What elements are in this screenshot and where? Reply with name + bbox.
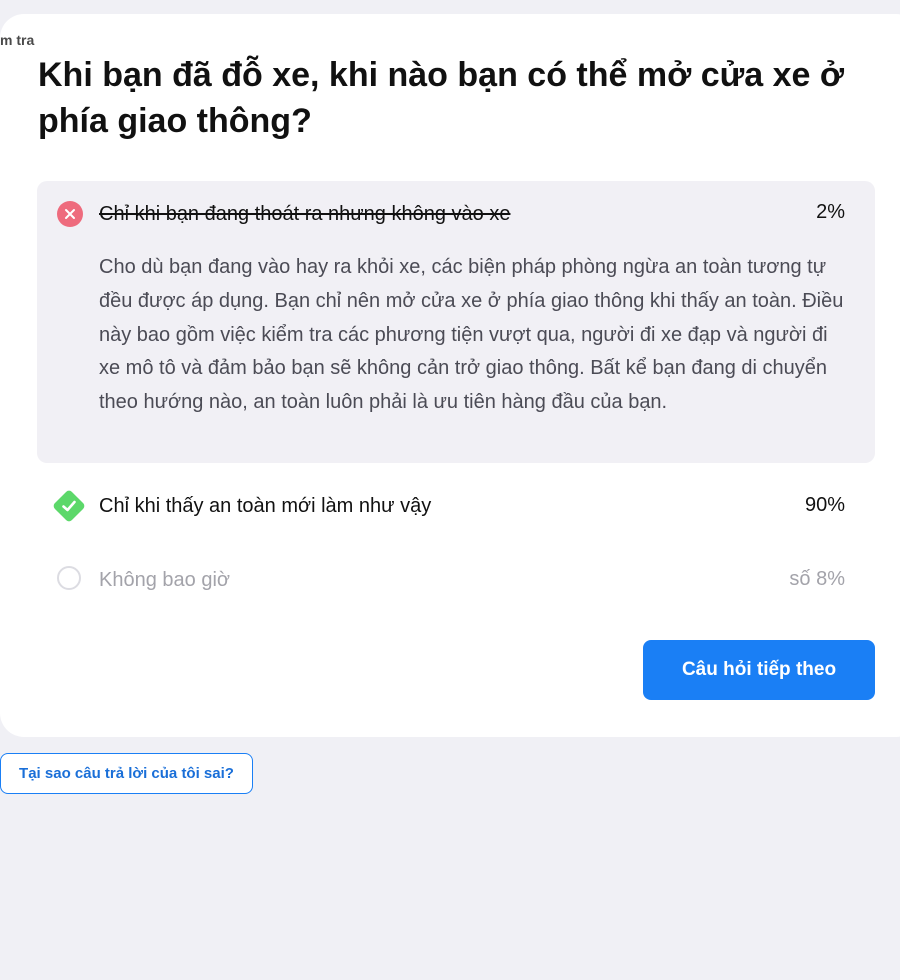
answer-percentage: 2% xyxy=(816,201,845,223)
answer-option-neutral[interactable]: Không bao giờ số 8% xyxy=(37,552,875,608)
next-question-button[interactable]: Câu hỏi tiếp theo xyxy=(643,640,875,700)
why-wrong-button[interactable]: Tại sao câu trả lời của tôi sai? xyxy=(0,753,253,794)
answer-option-correct[interactable]: Chỉ khi thấy an toàn mới làm như vậy 90% xyxy=(37,478,875,534)
answer-option-label: Chỉ khi bạn đang thoát ra nhưng không và… xyxy=(99,203,511,225)
answer-percentage: 90% xyxy=(804,494,845,516)
x-circle-icon xyxy=(57,201,83,227)
answer-option-wrong[interactable]: Chỉ khi bạn đang thoát ra nhưng không và… xyxy=(37,181,875,463)
answer-percentage: số 8% xyxy=(789,568,845,590)
answer-option-label: Không bao giờ xyxy=(99,569,230,591)
mode-label: m tra xyxy=(0,32,35,48)
answer-option-label: Chỉ khi thấy an toàn mới làm như vậy xyxy=(99,495,432,517)
check-diamond-icon xyxy=(51,488,87,524)
answer-explanation: Cho dù bạn đang vào hay ra khỏi xe, các … xyxy=(99,256,844,414)
question-title: Khi bạn đã đỗ xe, khi nào bạn có thể mở … xyxy=(38,56,845,140)
empty-circle-icon xyxy=(57,566,81,590)
